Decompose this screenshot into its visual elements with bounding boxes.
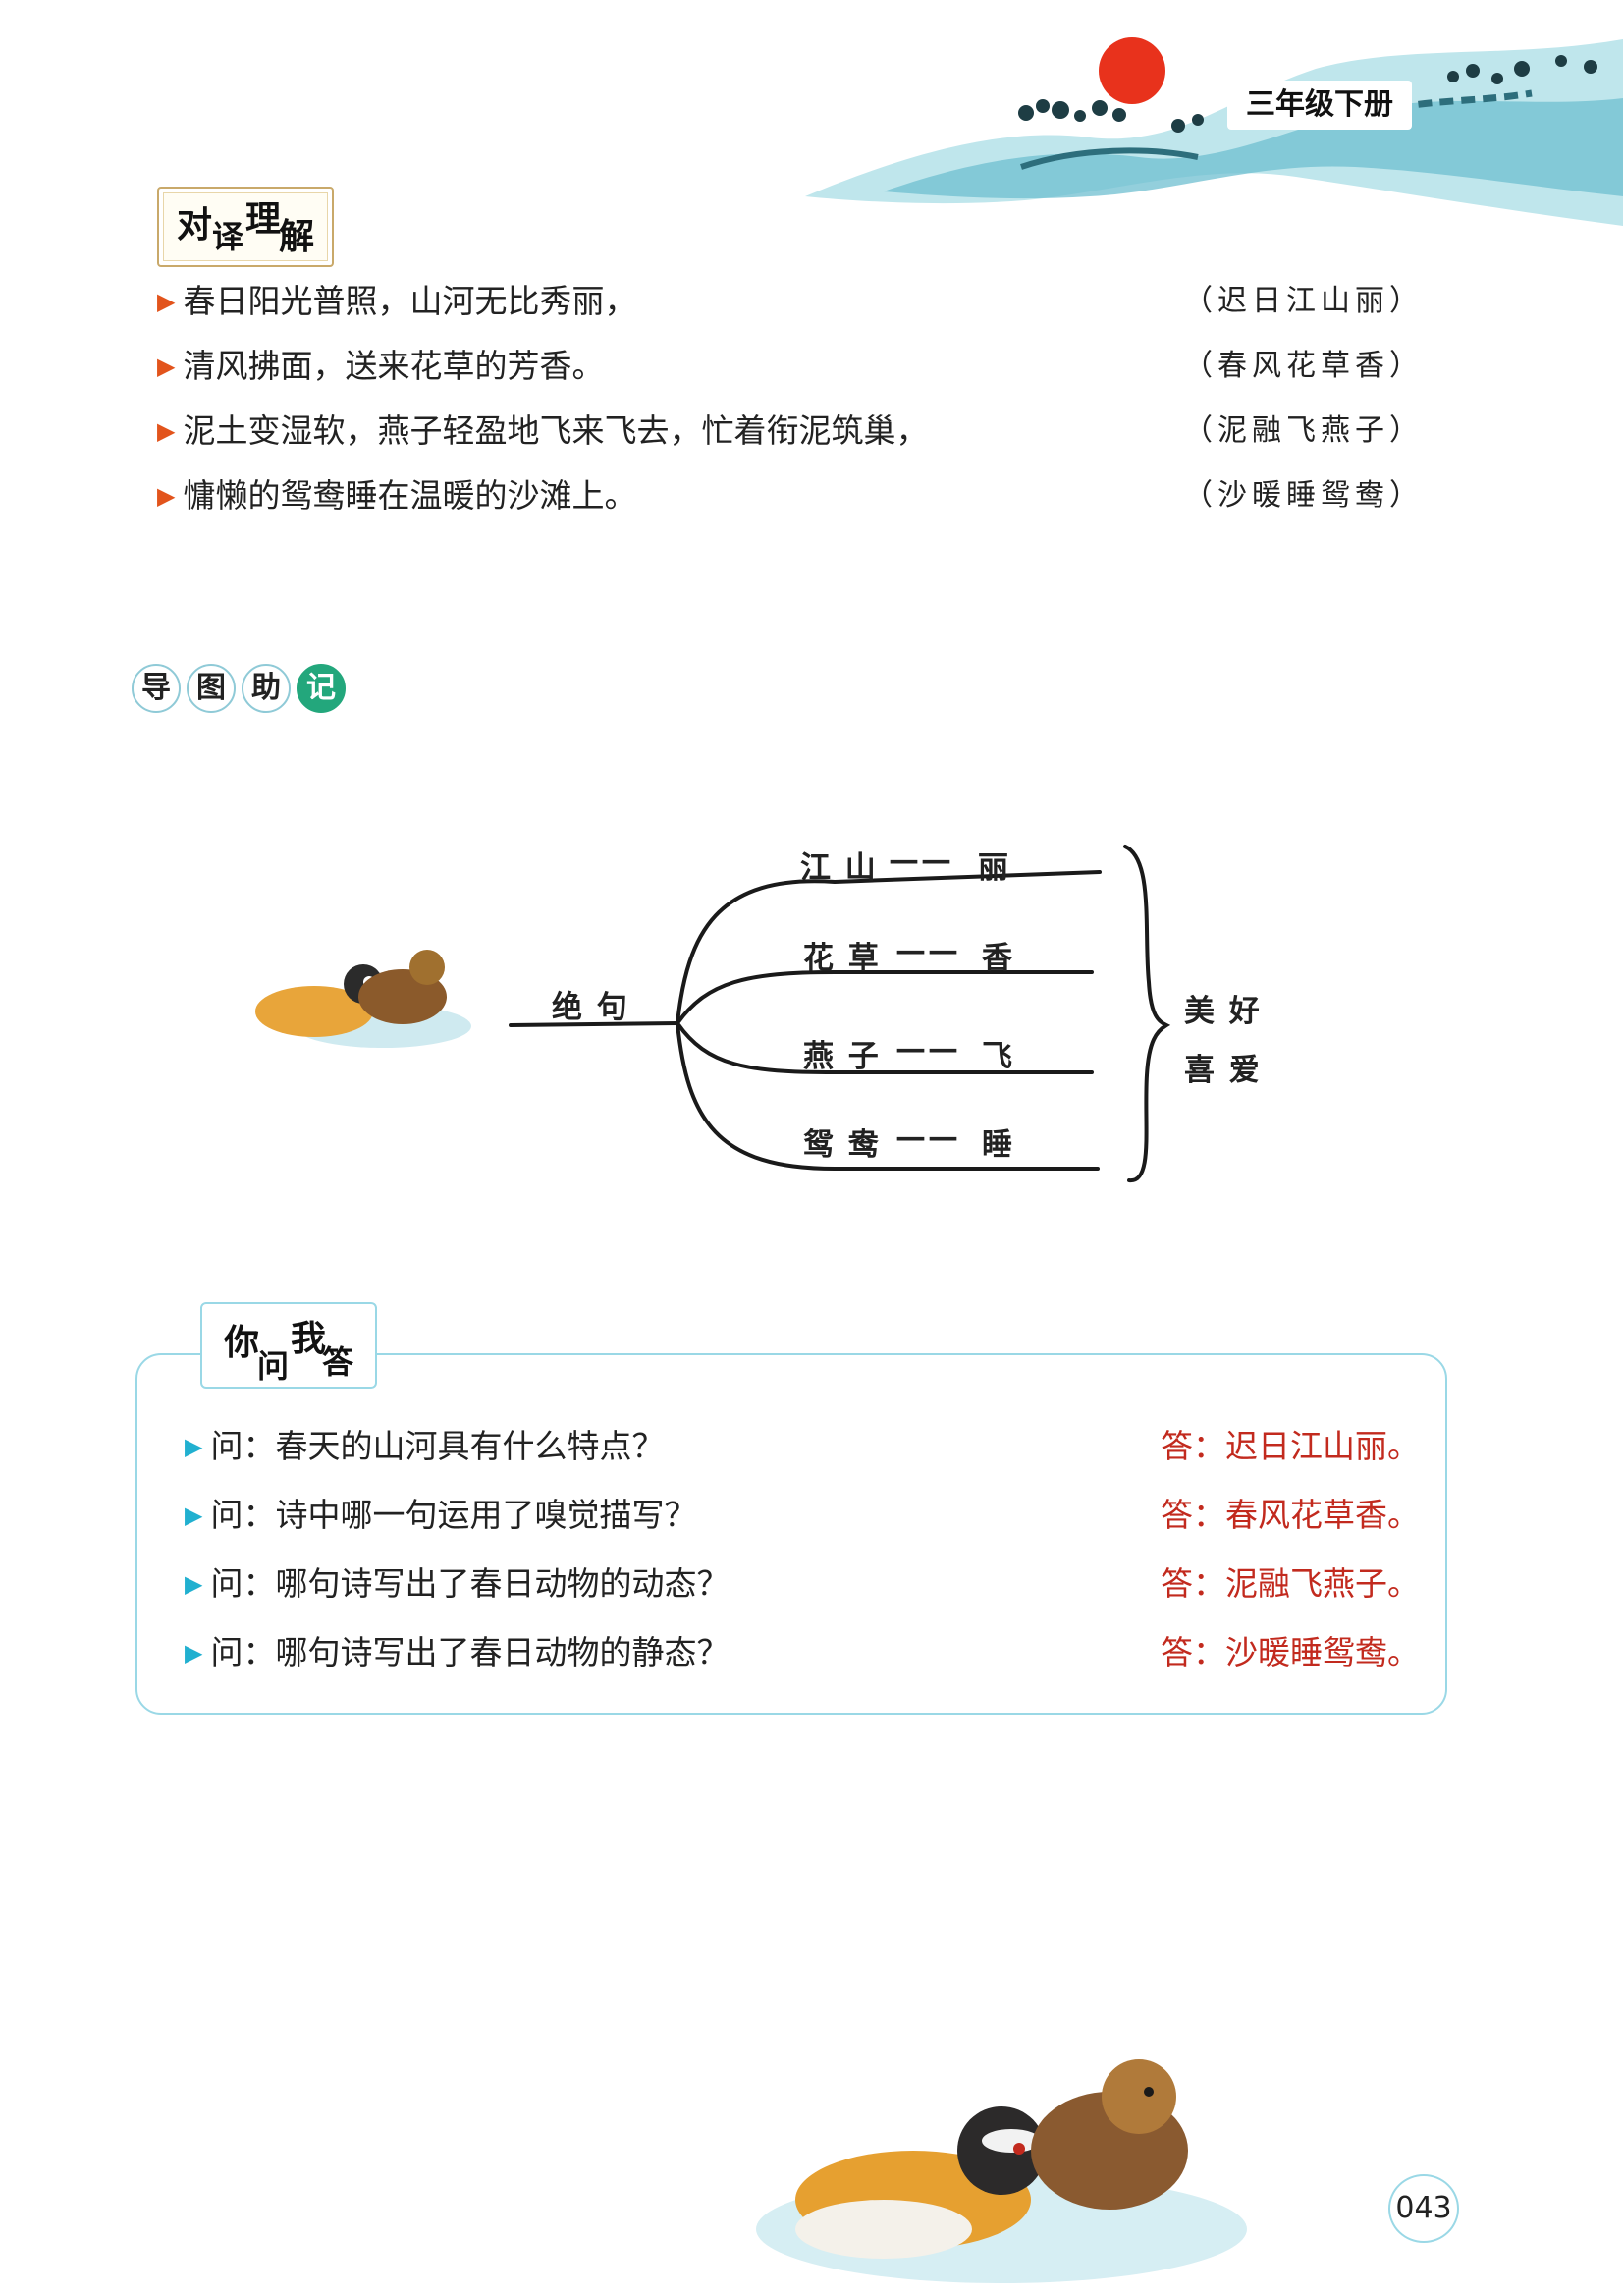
branch-line-1 — [676, 870, 1102, 1025]
branch-dash-1: —— — [889, 843, 953, 878]
badge-char-2: 图 — [187, 664, 236, 713]
badge-char-4: 记 — [297, 664, 346, 713]
branch-feature-4: 睡 — [982, 1127, 1014, 1163]
branch-feature-1: 丽 — [978, 850, 1010, 886]
branch-feature-3: 飞 — [982, 1039, 1014, 1074]
bullet-triangle-icon: ▶ — [157, 288, 176, 315]
qa-row: ▶ 问：哪句诗写出了春日动物的动态？ 答：泥融飞燕子。 — [185, 1558, 1420, 1611]
translation-text: 春日阳光普照，山河无比秀丽， — [183, 282, 637, 320]
branch-dash-2: —— — [895, 933, 960, 968]
branch-subject-1: 江 山 — [800, 850, 878, 886]
bracket — [1123, 845, 1171, 1182]
qa-section-badge: 你 问 我 答 — [200, 1302, 377, 1389]
mindmap-root: 绝 句 — [552, 990, 629, 1025]
translation-row: ▶ 慵懒的鸳鸯睡在温暖的沙滩上。 （沙暖睡鸳鸯） — [157, 469, 1424, 522]
badge-char-4: 答 — [322, 1343, 354, 1381]
translation-row: ▶ 春日阳光普照，山河无比秀丽， （迟日江山丽） — [157, 275, 1424, 328]
badge-char-3: 理 — [245, 198, 282, 240]
qa-question: 问：哪句诗写出了春日动物的静态？ — [210, 1633, 730, 1671]
qa-row: ▶ 问：诗中哪一句运用了嗅觉描写？ 答：春风花草香。 — [185, 1489, 1420, 1542]
badge-char-2: 问 — [257, 1347, 290, 1385]
badge-char-1: 导 — [132, 664, 181, 713]
translation-text: 清风拂面，送来花草的芳香。 — [183, 347, 605, 385]
branch-feature-2: 香 — [982, 941, 1014, 976]
bullet-triangle-icon: ▶ — [157, 353, 176, 380]
branch-line-2 — [676, 970, 1094, 1025]
badge-char-1: 你 — [224, 1322, 260, 1363]
bullet-triangle-icon: ▶ — [157, 482, 176, 510]
badge-char-3: 助 — [242, 664, 291, 713]
translation-row: ▶ 清风拂面，送来花草的芳香。 （春风花草香） — [157, 340, 1424, 393]
branch-line-3 — [676, 1021, 1094, 1074]
sun — [1099, 37, 1165, 104]
qa-answer: 答：沙暖睡鸳鸯。 — [1161, 1633, 1420, 1671]
qa-question: 问：春天的山河具有什么特点？ — [210, 1427, 665, 1465]
translation-text: 慵懒的鸳鸯睡在温暖的沙滩上。 — [183, 476, 637, 515]
badge-char-4: 解 — [279, 216, 315, 257]
mandarin-ducks-illustration — [756, 2059, 1247, 2283]
qa-question: 问：诗中哪一句运用了嗅觉描写？ — [210, 1496, 697, 1534]
bullet-triangle-icon: ▶ — [185, 1502, 203, 1529]
branch-subject-3: 燕 子 — [803, 1039, 881, 1074]
poem-line: （春风花草香） — [1183, 349, 1424, 383]
badge-char-1: 对 — [177, 204, 213, 246]
mandarin-ducks-small-illustration — [255, 950, 471, 1048]
branch-subject-2: 花 草 — [803, 941, 881, 976]
summary-line-1: 美 好 — [1184, 994, 1262, 1029]
branch-dash-3: —— — [895, 1031, 960, 1066]
translation-row: ▶ 泥土变湿软，燕子轻盈地飞来飞去，忙着衔泥筑巢， （泥融飞燕子） — [157, 405, 1424, 458]
grade-label: 三年级下册 — [1227, 81, 1412, 130]
mindmap-section-badge: 导图助记 — [132, 664, 352, 713]
page-number: 043 — [1388, 2174, 1459, 2243]
bullet-triangle-icon: ▶ — [185, 1570, 203, 1598]
qa-question: 问：哪句诗写出了春日动物的动态？ — [210, 1564, 730, 1603]
badge-char-3: 我 — [291, 1318, 327, 1359]
poem-line: （迟日江山丽） — [1183, 284, 1424, 318]
bullet-triangle-icon: ▶ — [157, 417, 176, 445]
qa-row: ▶ 问：春天的山河具有什么特点？ 答：迟日江山丽。 — [185, 1420, 1420, 1473]
branch-line-4 — [676, 1021, 1100, 1171]
qa-answer: 答：泥融飞燕子。 — [1161, 1564, 1420, 1603]
header-landscape-illustration — [805, 37, 1623, 226]
poem-line: （泥融飞燕子） — [1183, 413, 1424, 448]
summary-line-2: 喜 爱 — [1184, 1053, 1262, 1088]
qa-row: ▶ 问：哪句诗写出了春日动物的静态？ 答：沙暖睡鸳鸯。 — [185, 1626, 1420, 1679]
qa-answer: 答：春风花草香。 — [1161, 1496, 1420, 1534]
bullet-triangle-icon: ▶ — [185, 1433, 203, 1460]
qa-answer: 答：迟日江山丽。 — [1161, 1427, 1420, 1465]
branch-dash-4: —— — [895, 1120, 960, 1155]
translation-section-badge: 对 译 理 解 — [157, 187, 334, 267]
branch-subject-4: 鸳 鸯 — [803, 1127, 881, 1163]
bullet-triangle-icon: ▶ — [185, 1639, 203, 1667]
poem-line: （沙暖睡鸳鸯） — [1183, 478, 1424, 513]
translation-text: 泥土变湿软，燕子轻盈地飞来飞去，忙着衔泥筑巢， — [183, 411, 929, 450]
badge-char-2: 译 — [212, 218, 244, 255]
